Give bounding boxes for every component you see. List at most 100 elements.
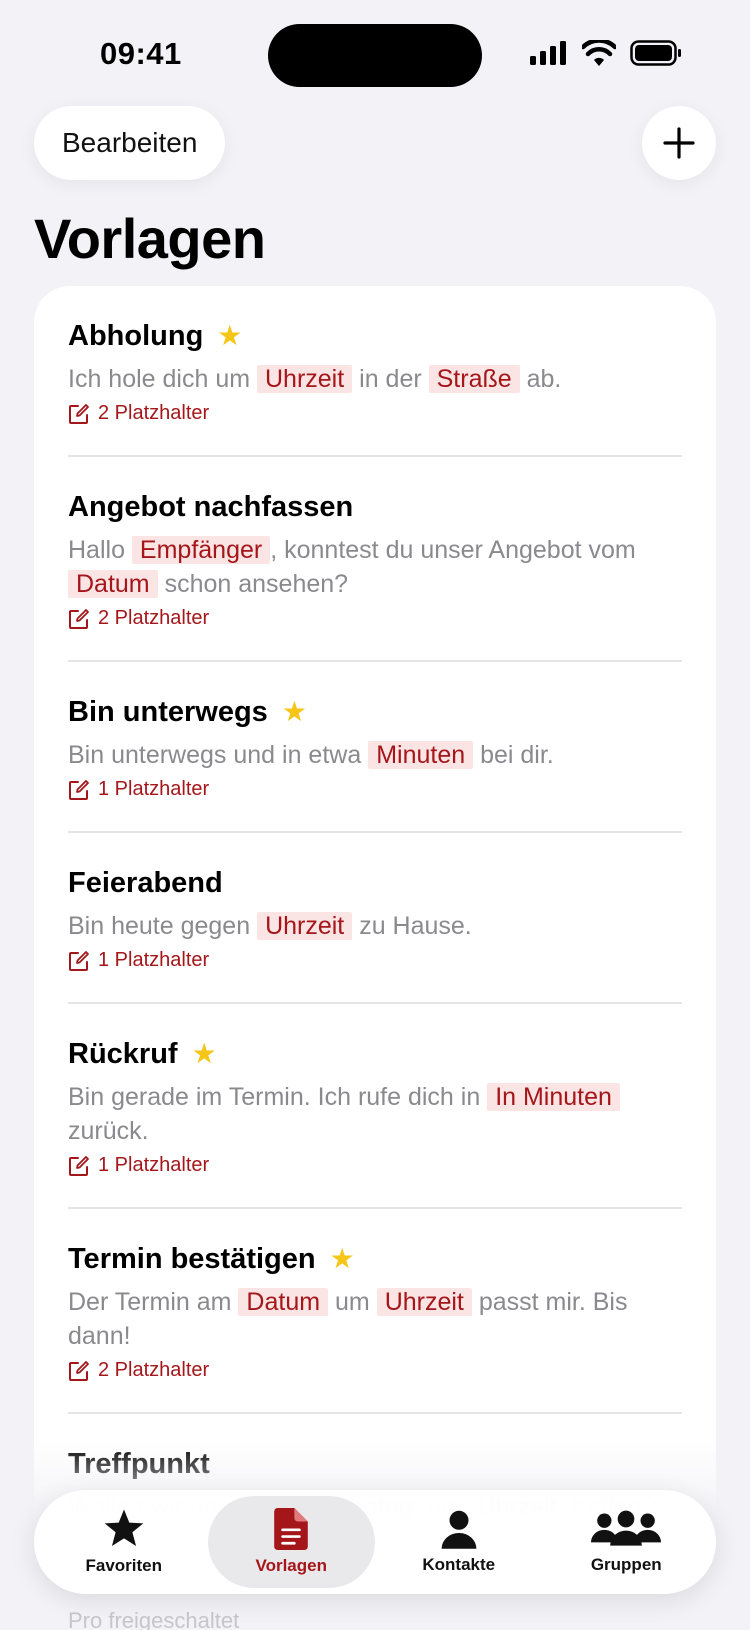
tab-gruppen[interactable]: Gruppen <box>543 1496 711 1588</box>
template-body: Ich hole dich um Uhrzeit in der Straße a… <box>68 362 682 396</box>
placeholder-chip: Datum <box>68 570 158 598</box>
template-title-line: Rückruf ★ <box>68 1036 682 1072</box>
template-title-line: Abholung ★ <box>68 318 682 354</box>
add-button[interactable] <box>642 106 716 180</box>
tab-label-favoriten: Favoriten <box>85 1556 163 1575</box>
person-icon <box>441 1510 477 1549</box>
edit-icon <box>69 608 89 629</box>
tab-label-gruppen: Gruppen <box>590 1555 662 1574</box>
edit-icon <box>69 403 89 424</box>
tab-bar: Favoriten Vorlagen Kontakte Gruppen <box>34 1490 716 1594</box>
status-time: 09:41 <box>100 36 182 71</box>
placeholder-count-label: 2 Platzhalter <box>98 607 210 629</box>
tab-favoriten[interactable]: Favoriten <box>40 1496 208 1588</box>
placeholder-count-label: 1 Platzhalter <box>98 949 210 971</box>
template-row[interactable]: Bin unterwegs ★ Bin unterwegs und in etwa … <box>34 662 716 833</box>
template-body: Bin heute gegen Uhrzeit zu Hause. <box>68 909 682 943</box>
template-list: Abholung ★ Ich hole dich um Uhrzeit in der… <box>34 286 716 1630</box>
template-row-content: Angebot nachfassen Hallo Empfänger, konnt… <box>68 489 682 662</box>
template-body: Bin gerade im Termin. Ich rufe dich in I… <box>68 1080 682 1148</box>
template-text: um <box>328 1288 377 1316</box>
tab-label-vorlagen: Vorlagen <box>255 1556 327 1575</box>
placeholder-count: 2 Platzhalter <box>68 1359 682 1382</box>
template-row-content: Termin bestätigen ★ Der Termin am Datum um… <box>68 1241 682 1414</box>
template-text: zu Hause. <box>352 912 472 940</box>
edit-icon <box>69 779 89 800</box>
signal-icon <box>530 41 566 65</box>
placeholder-count-label: 1 Platzhalter <box>98 778 210 800</box>
placeholder-chip: Datum <box>238 1288 329 1316</box>
template-row-content: Abholung ★ Ich hole dich um Uhrzeit in der… <box>68 318 682 457</box>
favorite-star-icon: ★ <box>281 696 307 727</box>
template-text: in der <box>352 365 429 393</box>
placeholder-chip: Straße <box>428 365 520 393</box>
status-icons <box>530 40 682 66</box>
document-icon <box>274 1508 309 1550</box>
template-title: Termin bestätigen <box>68 1243 316 1275</box>
status-bar: 09:41 <box>0 0 750 100</box>
placeholder-count: 1 Platzhalter <box>68 778 682 801</box>
edit-icon <box>69 1155 89 1176</box>
placeholder-chip: Uhrzeit <box>257 365 353 393</box>
placeholder-chip: Empfänger <box>131 536 271 564</box>
template-text: bei dir. <box>473 741 554 769</box>
placeholder-count: 2 Platzhalter <box>68 607 682 630</box>
template-text: Bin heute gegen <box>68 912 258 940</box>
page-title: Vorlagen <box>34 207 266 270</box>
wifi-icon <box>582 40 616 66</box>
placeholder-chip: In Minuten <box>487 1083 620 1111</box>
template-text: Hallo <box>68 536 132 564</box>
edit-icon <box>69 950 89 971</box>
template-title: Rückruf <box>68 1038 178 1070</box>
group-icon <box>591 1510 662 1546</box>
template-body: Der Termin am Datum um Uhrzeit passt mir… <box>68 1285 682 1353</box>
battery-icon <box>630 40 681 66</box>
tab-kontakte[interactable]: Kontakte <box>375 1496 543 1588</box>
favorite-star-icon: ★ <box>191 1038 217 1069</box>
template-title: Abholung <box>68 320 204 352</box>
placeholder-chip: Uhrzeit <box>257 912 353 940</box>
template-title-line: Angebot nachfassen <box>68 489 682 525</box>
template-text: Bin gerade im Termin. Ich rufe dich in <box>68 1083 488 1111</box>
template-text: ab. <box>519 365 562 393</box>
footer-text: Pro freigeschaltet <box>68 1608 240 1630</box>
template-row[interactable]: Rückruf ★ Bin gerade im Termin. Ich rufe d… <box>34 1004 716 1209</box>
edit-button[interactable]: Bearbeiten <box>34 106 226 180</box>
template-row[interactable]: Termin bestätigen ★ Der Termin am Datum um… <box>34 1209 716 1414</box>
star-icon <box>104 1509 144 1546</box>
template-body: Hallo Empfänger, konntest du unser Angeb… <box>68 533 682 601</box>
template-text: Bin unterwegs und in etwa <box>68 741 369 769</box>
template-text: Der Termin am <box>68 1288 239 1316</box>
dynamic-island <box>268 24 482 87</box>
template-body: Bin unterwegs und in etwa Minuten bei di… <box>68 738 682 772</box>
placeholder-count-label: 1 Platzhalter <box>98 1154 210 1176</box>
template-text: Ich hole dich um <box>68 365 257 393</box>
placeholder-count: 2 Platzhalter <box>68 402 682 425</box>
placeholder-count-label: 2 Platzhalter <box>98 402 210 424</box>
plus-icon <box>663 127 695 159</box>
tab-vorlagen[interactable]: Vorlagen <box>207 1496 375 1588</box>
placeholder-count: 1 Platzhalter <box>68 1154 682 1177</box>
template-row-content: Feierabend Bin heute gegen Uhrzeit zu Hau… <box>68 865 682 1004</box>
template-row[interactable]: Abholung ★ Ich hole dich um Uhrzeit in der… <box>34 286 716 457</box>
template-text: schon ansehen? <box>157 570 349 598</box>
template-title: Feierabend <box>68 867 223 899</box>
edit-icon <box>69 1360 89 1381</box>
template-row-content: Rückruf ★ Bin gerade im Termin. Ich rufe d… <box>68 1036 682 1209</box>
template-title: Bin unterwegs <box>68 696 268 728</box>
template-row-content: Bin unterwegs ★ Bin unterwegs und in etwa … <box>68 694 682 833</box>
placeholder-count: 1 Platzhalter <box>68 949 682 972</box>
template-title: Angebot nachfassen <box>68 491 354 523</box>
template-text: , konntest du unser Angebot vom <box>270 536 636 564</box>
template-row[interactable]: Angebot nachfassen Hallo Empfänger, konnt… <box>34 457 716 662</box>
tab-label-kontakte: Kontakte <box>422 1555 496 1574</box>
template-title-line: Feierabend <box>68 865 682 901</box>
placeholder-chip: Uhrzeit <box>376 1288 472 1316</box>
template-title-line: Bin unterwegs ★ <box>68 694 682 730</box>
placeholder-count-label: 2 Platzhalter <box>98 1359 210 1381</box>
template-text: zurück. <box>68 1117 149 1145</box>
favorite-star-icon: ★ <box>217 320 243 351</box>
template-row[interactable]: Feierabend Bin heute gegen Uhrzeit zu Hau… <box>34 833 716 1004</box>
placeholder-chip: Minuten <box>368 741 474 769</box>
favorite-star-icon: ★ <box>329 1243 355 1274</box>
